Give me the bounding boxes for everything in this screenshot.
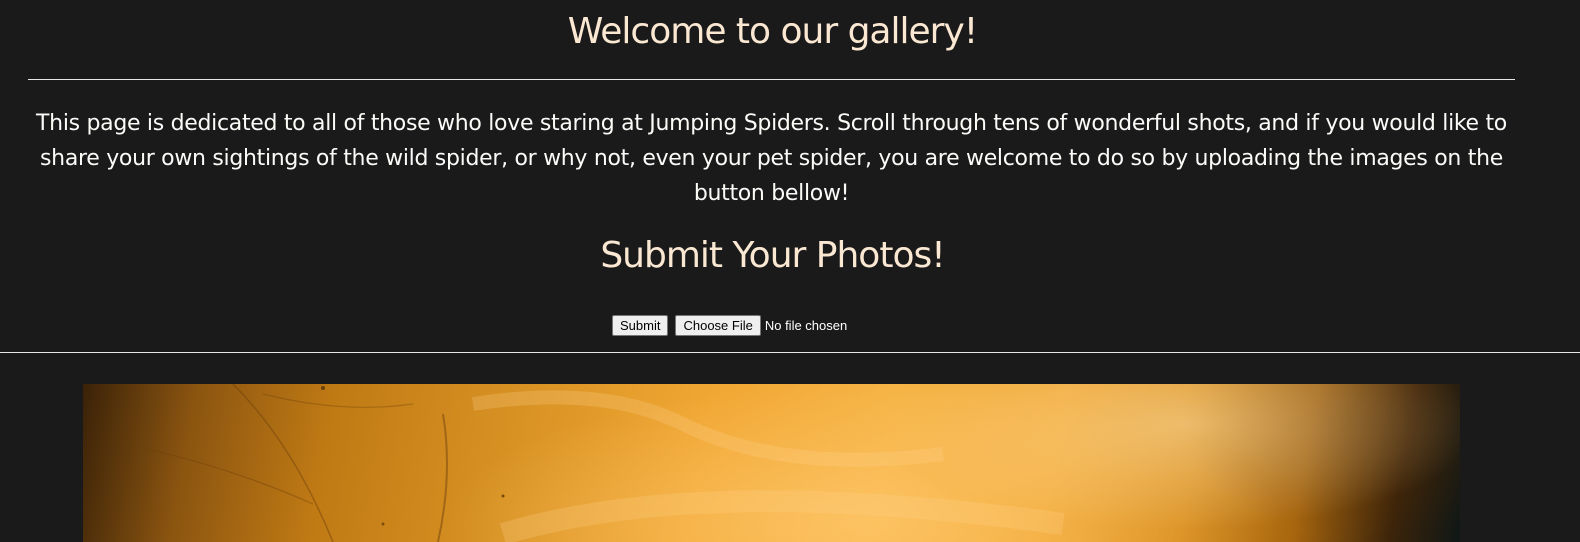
file-input[interactable]: Choose File No file chosen <box>675 315 847 336</box>
submit-button[interactable]: Submit <box>612 315 669 336</box>
submit-section-title: Submit Your Photos! <box>600 235 945 276</box>
page-title: Welcome to our gallery! <box>567 11 978 52</box>
form-divider <box>0 352 1580 353</box>
header-divider <box>28 79 1515 80</box>
gallery-image[interactable] <box>83 384 1460 542</box>
file-status-text: No file chosen <box>764 318 848 333</box>
intro-paragraph: This page is dedicated to all of those w… <box>36 111 1507 206</box>
choose-file-button[interactable]: Choose File <box>675 315 761 336</box>
leaf-texture <box>122 384 1065 542</box>
upload-form: Submit Choose File No file chosen <box>612 315 847 336</box>
